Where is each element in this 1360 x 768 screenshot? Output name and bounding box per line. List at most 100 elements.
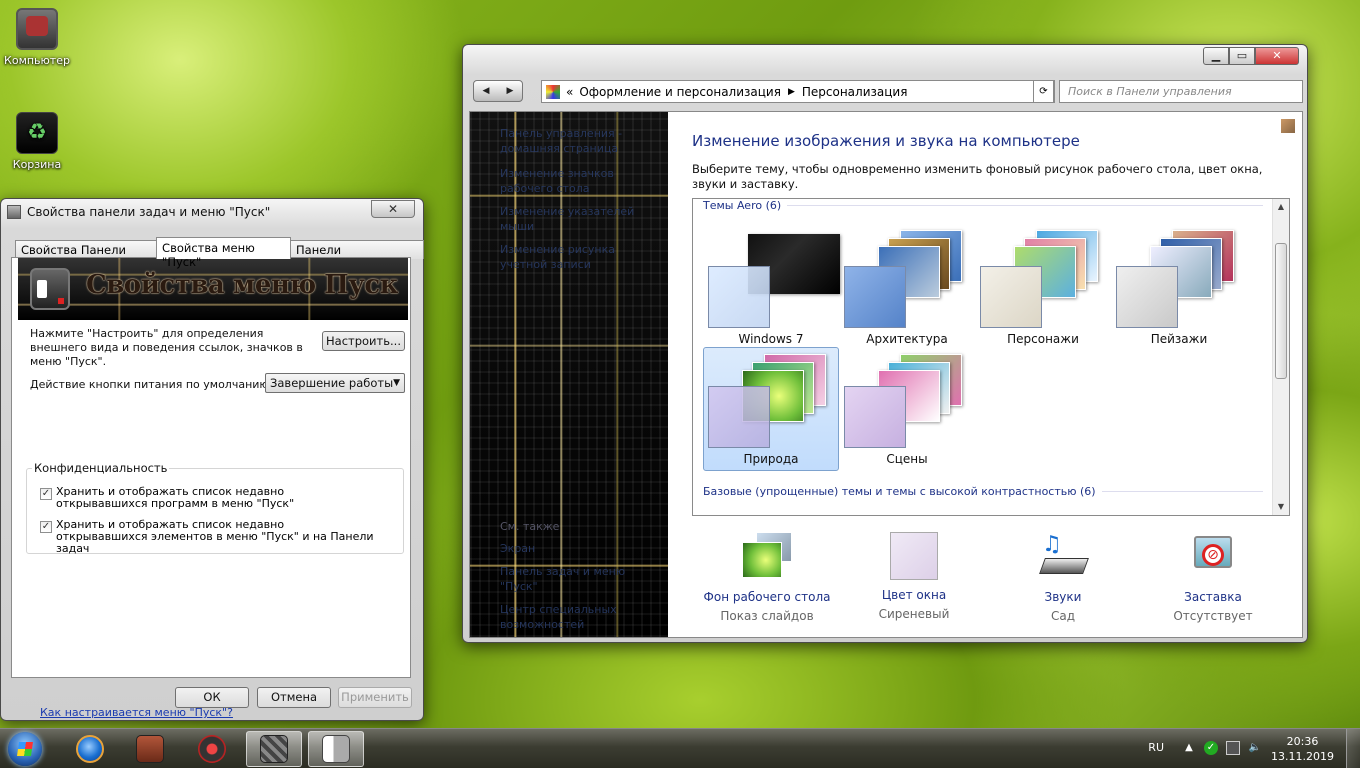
banner-title: Свойства меню Пуск <box>86 270 398 300</box>
dialog-close-button[interactable]: ✕ <box>371 200 415 218</box>
clock[interactable]: 20:36 13.11.2019 <box>1271 734 1334 764</box>
volume-icon[interactable]: 🔈 <box>1248 741 1262 755</box>
tile-sublabel: Сад <box>1050 609 1076 623</box>
desktop-icon-label: Компьютер <box>4 54 70 67</box>
link-control-panel-home[interactable]: Панель управления - домашняя страница <box>470 126 668 156</box>
forward-arrow-icon[interactable]: ▶ <box>507 86 514 96</box>
tab-start-menu-properties[interactable]: Свойства меню "Пуск" <box>156 237 292 269</box>
breadcrumb-item[interactable]: Оформление и персонализация <box>579 85 781 99</box>
link-display[interactable]: Экран <box>470 541 668 556</box>
customization-tiles: Фон рабочего стола Показ слайдов Цвет ок… <box>692 532 1292 632</box>
tile-window-color[interactable]: Цвет окна Сиреневый <box>849 532 979 621</box>
theme-color-swatch <box>980 266 1042 328</box>
breadcrumb-item[interactable]: Персонализация <box>802 85 908 99</box>
taskbar-internet-explorer[interactable] <box>62 731 118 767</box>
tile-sublabel: Сиреневый <box>878 607 950 621</box>
tile-label[interactable]: Фон рабочего стола <box>702 590 832 604</box>
computer-icon <box>16 8 58 50</box>
start-button[interactable] <box>8 732 42 766</box>
theme-label: Пейзажи <box>1150 332 1208 346</box>
theme-list[interactable]: Темы Aero (6) Windows 7 Архитектура Перс… <box>692 198 1290 516</box>
theme-color-swatch <box>1116 266 1178 328</box>
theme-color-swatch <box>708 386 770 448</box>
theme-color-swatch <box>844 266 906 328</box>
sounds-icon: ♫ <box>1038 532 1089 582</box>
scroll-up-icon[interactable]: ▲ <box>1273 199 1289 215</box>
checkbox-recent-items[interactable]: ✓ Хранить и отображать список недавно от… <box>40 519 376 555</box>
start-menu-banner: Свойства меню Пуск <box>18 258 408 320</box>
see-also-title: См. также <box>500 520 560 533</box>
link-change-desktop-icons[interactable]: Изменение значков рабочего стола <box>470 166 668 196</box>
search-input[interactable]: Поиск в Панели управления <box>1059 80 1303 103</box>
scroll-down-icon[interactable]: ▼ <box>1273 499 1289 515</box>
minimize-button[interactable]: ▁ <box>1203 47 1229 65</box>
theme-scenes[interactable]: Сцены <box>839 347 975 471</box>
tile-sublabel: Отсутствует <box>1173 609 1253 623</box>
link-taskbar-start[interactable]: Панель задач и меню "Пуск" <box>470 564 668 594</box>
back-forward-buttons[interactable]: ◀ ▶ <box>473 80 523 102</box>
theme-nature[interactable]: Природа <box>703 347 839 471</box>
personalization-window: ▁ ▭ ✕ ◀ ▶ « Оформление и персонализация … <box>462 44 1308 643</box>
theme-characters[interactable]: Персонажи <box>975 227 1111 351</box>
tile-screensaver[interactable]: ⊘ Заставка Отсутствует <box>1148 532 1278 623</box>
page-description: Выберите тему, чтобы одновременно измени… <box>692 162 1263 191</box>
show-hidden-icons-icon[interactable]: ▲ <box>1182 741 1196 755</box>
cancel-button[interactable]: Отмена <box>257 687 331 708</box>
basic-themes-group-title[interactable]: Базовые (упрощенные) темы и темы с высок… <box>703 485 1263 498</box>
tile-label[interactable]: Цвет окна <box>849 588 979 602</box>
power-button-select[interactable]: Завершение работы ▼ <box>265 373 405 393</box>
desktop-icon-computer[interactable]: Компьютер <box>1 8 73 67</box>
link-change-account-picture[interactable]: Изменение рисунка учетной записи <box>470 242 668 272</box>
taskbar: RU ▲ ✓ 🔈 20:36 13.11.2019 <box>0 728 1360 768</box>
taskbar-media-player[interactable] <box>184 731 240 767</box>
theme-label: Персонажи <box>1007 332 1079 346</box>
maximize-button[interactable]: ▭ <box>1229 47 1255 65</box>
desktop-icon-label: Корзина <box>12 158 62 171</box>
task-links: Панель управления - домашняя страница Из… <box>470 126 668 272</box>
customize-button[interactable]: Настроить... <box>322 331 405 351</box>
address-prefix: « <box>566 84 574 99</box>
desktop-icon-recycle-bin[interactable]: ♻ Корзина <box>1 112 73 171</box>
aero-themes-group-title[interactable]: Темы Aero (6) <box>703 199 1263 212</box>
power-button-label: Действие кнопки питания по умолчанию: <box>30 378 273 391</box>
theme-list-scrollbar[interactable]: ▲ ▼ <box>1272 199 1289 515</box>
back-arrow-icon[interactable]: ◀ <box>483 86 490 96</box>
security-check-icon[interactable]: ✓ <box>1204 741 1218 755</box>
apply-button[interactable]: Применить <box>338 687 412 708</box>
checkbox-checked-icon[interactable]: ✓ <box>40 521 52 533</box>
checkbox-recent-programs[interactable]: ✓ Хранить и отображать список недавно от… <box>40 486 376 510</box>
show-desktop-button[interactable] <box>1346 729 1360 768</box>
theme-color-swatch <box>708 266 770 328</box>
tile-label[interactable]: Заставка <box>1148 590 1278 604</box>
see-also-section: См. также Экран Панель задач и меню "Пус… <box>470 520 668 632</box>
link-ease-of-access[interactable]: Центр специальных возможностей <box>470 602 668 632</box>
tile-desktop-background[interactable]: Фон рабочего стола Показ слайдов <box>702 532 832 623</box>
tile-sounds[interactable]: ♫ Звуки Сад <box>998 532 1128 623</box>
link-change-mouse-pointers[interactable]: Изменение указателей мыши <box>470 204 668 234</box>
tile-sublabel: Показ слайдов <box>720 609 814 623</box>
refresh-button[interactable]: ⟳ <box>1033 80 1054 103</box>
taskbar-properties-icon <box>7 205 21 219</box>
close-button[interactable]: ✕ <box>1255 47 1299 65</box>
recycle-bin-icon: ♻ <box>16 112 58 154</box>
folder-icon <box>136 735 164 763</box>
scroll-thumb[interactable] <box>1275 243 1287 379</box>
tray-icons: ▲ ✓ 🔈 <box>1182 741 1262 755</box>
theme-landscapes[interactable]: Пейзажи <box>1111 227 1247 351</box>
checkbox-checked-icon[interactable]: ✓ <box>40 488 52 500</box>
theme-windows-7[interactable]: Windows 7 <box>703 227 840 351</box>
network-icon[interactable] <box>1226 741 1240 755</box>
taskbar-explorer[interactable] <box>122 731 178 767</box>
taskbar-properties-dialog: Свойства панели задач и меню "Пуск" ✕ Св… <box>0 198 425 721</box>
taskbar-control-panel[interactable] <box>246 731 302 767</box>
theme-color-swatch <box>844 386 906 448</box>
breadcrumb-separator-icon[interactable]: ▶ <box>788 87 795 97</box>
tile-label[interactable]: Звуки <box>998 590 1128 604</box>
language-indicator[interactable]: RU <box>1148 741 1164 754</box>
taskbar-properties[interactable] <box>308 731 364 767</box>
address-bar[interactable]: « Оформление и персонализация ▶ Персонал… <box>541 80 1055 103</box>
page-title: Изменение изображения и звука на компьют… <box>692 132 1080 150</box>
theme-icon[interactable] <box>1280 118 1296 134</box>
theme-architecture[interactable]: Архитектура <box>839 227 975 351</box>
ok-button[interactable]: ОК <box>175 687 249 708</box>
